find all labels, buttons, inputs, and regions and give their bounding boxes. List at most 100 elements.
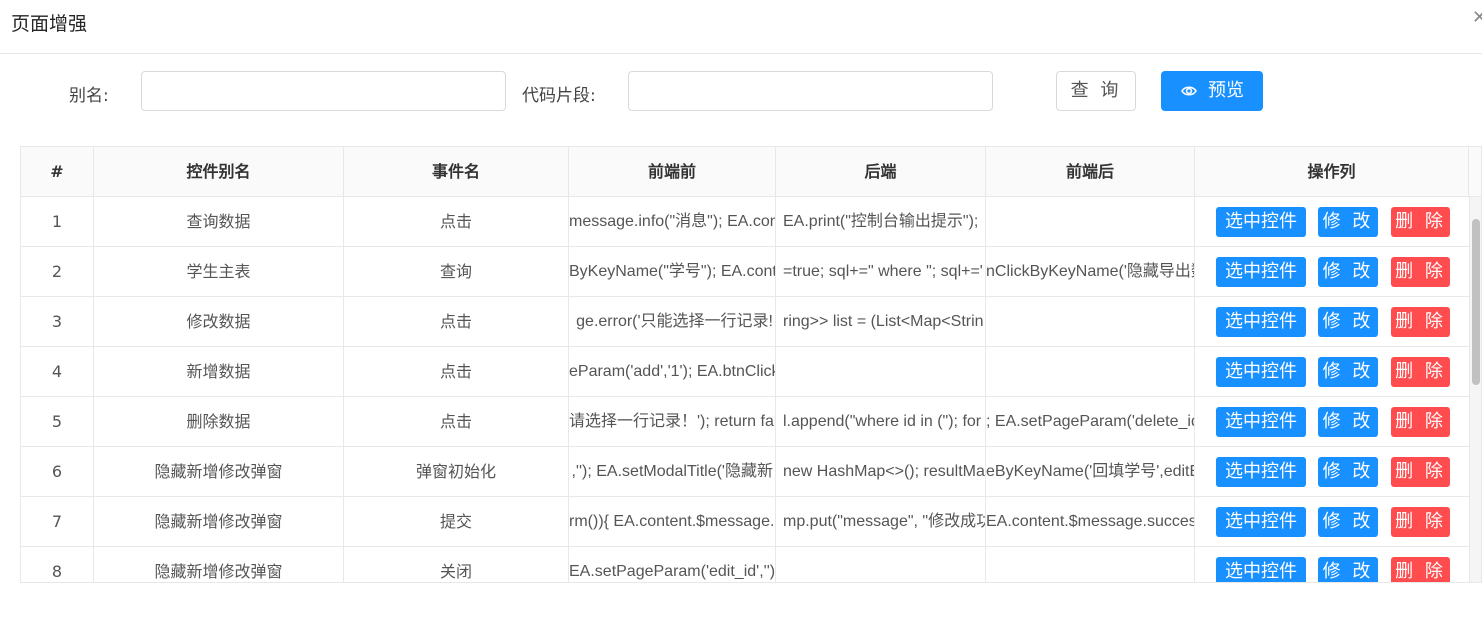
delete-button[interactable]: 删 除: [1391, 407, 1450, 437]
cell-index: 1: [21, 197, 94, 246]
table-scrollbar[interactable]: [1469, 197, 1481, 582]
cell-event-name: 点击: [344, 297, 569, 346]
header-index: #: [21, 147, 94, 196]
header-backend: 后端: [776, 147, 986, 196]
edit-button[interactable]: 修 改: [1318, 257, 1378, 287]
select-control-button[interactable]: 选中控件: [1216, 507, 1306, 537]
cell-control-alias: 新增数据: [94, 347, 344, 396]
cell-control-alias: 学生主表: [94, 247, 344, 296]
table-row: 4 新增数据 点击 eParam('add','1'); EA.btnClick…: [21, 347, 1469, 397]
delete-button[interactable]: 删 除: [1391, 257, 1450, 287]
header-front-before: 前端前: [569, 147, 776, 196]
delete-button[interactable]: 删 除: [1391, 307, 1450, 337]
cell-index: 6: [21, 447, 94, 496]
cell-front-before: EA.setPageParam('edit_id','');: [569, 547, 776, 582]
edit-button[interactable]: 修 改: [1318, 357, 1378, 387]
code-snippet-label: 代码片段:: [522, 86, 596, 106]
alias-input[interactable]: [141, 71, 506, 111]
cell-front-after: [986, 347, 1195, 396]
row-actions: 选中控件 修 改 删 除: [1216, 297, 1466, 346]
header-front-after: 前端后: [986, 147, 1195, 196]
cell-event-name: 点击: [344, 397, 569, 446]
scrollbar-thumb[interactable]: [1472, 219, 1480, 385]
table-row: 8 隐藏新增修改弹窗 关闭 EA.setPageParam('edit_id',…: [21, 547, 1469, 582]
row-actions: 选中控件 修 改 删 除: [1216, 397, 1466, 446]
row-actions: 选中控件 修 改 删 除: [1216, 347, 1466, 396]
cell-front-after: nClickByKeyName('隐藏导出数: [986, 247, 1195, 296]
cell-front-before: ByKeyName("学号"); EA.conte: [569, 247, 776, 296]
cell-control-alias: 隐藏新增修改弹窗: [94, 447, 344, 496]
query-button[interactable]: 查 询: [1056, 71, 1136, 111]
cell-index: 4: [21, 347, 94, 396]
cell-backend: [776, 347, 986, 396]
cell-control-alias: 查询数据: [94, 197, 344, 246]
cell-index: 3: [21, 297, 94, 346]
table-row: 3 修改数据 点击 ge.error('只能选择一行记录! ring>> lis…: [21, 297, 1469, 347]
delete-button[interactable]: 删 除: [1391, 457, 1450, 487]
delete-button[interactable]: 删 除: [1391, 557, 1450, 582]
row-actions: 选中控件 修 改 删 除: [1216, 447, 1466, 496]
cell-backend: mp.put("message", "修改成功: [776, 497, 986, 546]
edit-button[interactable]: 修 改: [1318, 407, 1378, 437]
cell-event-name: 点击: [344, 197, 569, 246]
table-row: 2 学生主表 查询 ByKeyName("学号"); EA.conte =tru…: [21, 247, 1469, 297]
delete-button[interactable]: 删 除: [1391, 507, 1450, 537]
cell-index: 2: [21, 247, 94, 296]
cell-control-alias: 隐藏新增修改弹窗: [94, 547, 344, 582]
select-control-button[interactable]: 选中控件: [1216, 207, 1306, 237]
delete-button[interactable]: 删 除: [1391, 357, 1450, 387]
edit-button[interactable]: 修 改: [1318, 207, 1378, 237]
delete-button[interactable]: 删 除: [1391, 207, 1450, 237]
header-event-name: 事件名: [344, 147, 569, 196]
cell-control-alias: 修改数据: [94, 297, 344, 346]
cell-front-after: [986, 197, 1195, 246]
edit-button[interactable]: 修 改: [1318, 507, 1378, 537]
select-control-button[interactable]: 选中控件: [1216, 457, 1306, 487]
dialog-title: 页面增强: [11, 13, 88, 35]
cell-front-before: ge.error('只能选择一行记录!: [569, 297, 776, 346]
cell-front-before: 请选择一行记录！'); return fal: [569, 397, 776, 446]
select-control-button[interactable]: 选中控件: [1216, 357, 1306, 387]
header-control-alias: 控件别名: [94, 147, 344, 196]
cell-event-name: 弹窗初始化: [344, 447, 569, 496]
cell-backend: new HashMap<>(); resultMap: [776, 447, 986, 496]
preview-button[interactable]: 预览: [1161, 71, 1263, 111]
header-actions: 操作列: [1195, 147, 1469, 196]
edit-button[interactable]: 修 改: [1318, 307, 1378, 337]
cell-front-after: eByKeyName('回填学号',editE: [986, 447, 1195, 496]
eye-icon: [1181, 86, 1197, 96]
enhance-table: # 控件别名 事件名 前端前 后端 前端后 操作列 1 查询数据 点击 mess…: [20, 146, 1482, 583]
cell-front-after: EA.content.$message.success: [986, 497, 1195, 546]
cell-backend: ring>> list = (List<Map<Strin: [776, 297, 986, 346]
edit-button[interactable]: 修 改: [1318, 557, 1378, 582]
close-icon[interactable]: ✕: [1472, 8, 1482, 28]
code-snippet-input[interactable]: [628, 71, 993, 111]
cell-event-name: 提交: [344, 497, 569, 546]
row-actions: 选中控件 修 改 删 除: [1216, 197, 1466, 246]
cell-control-alias: 删除数据: [94, 397, 344, 446]
select-control-button[interactable]: 选中控件: [1216, 307, 1306, 337]
row-actions: 选中控件 修 改 删 除: [1216, 247, 1466, 296]
page-enhance-dialog: 页面增强 ✕ 别名: 代码片段: 查 询 预览 # 控件别名 事件名 前端前 后…: [0, 0, 1482, 641]
select-control-button[interactable]: 选中控件: [1216, 557, 1306, 582]
cell-front-after: ; EA.setPageParam('delete_id': [986, 397, 1195, 446]
cell-front-before: rm()){ EA.content.$message.e: [569, 497, 776, 546]
cell-index: 5: [21, 397, 94, 446]
table-row: 5 删除数据 点击 请选择一行记录！'); return fal l.appen…: [21, 397, 1469, 447]
alias-label: 别名:: [69, 86, 109, 106]
cell-front-after: [986, 297, 1195, 346]
table-header: # 控件别名 事件名 前端前 后端 前端后 操作列: [21, 147, 1481, 197]
cell-index: 8: [21, 547, 94, 582]
cell-backend: EA.print("控制台输出提示");: [776, 197, 986, 246]
cell-front-before: eParam('add','1'); EA.btnClickB: [569, 347, 776, 396]
cell-event-name: 点击: [344, 347, 569, 396]
cell-front-before: ,''); EA.setModalTitle('隐藏新: [569, 447, 776, 496]
row-actions: 选中控件 修 改 删 除: [1216, 547, 1466, 582]
select-control-button[interactable]: 选中控件: [1216, 257, 1306, 287]
cell-event-name: 关闭: [344, 547, 569, 582]
dialog-header: 页面增强 ✕: [0, 0, 1482, 54]
select-control-button[interactable]: 选中控件: [1216, 407, 1306, 437]
edit-button[interactable]: 修 改: [1318, 457, 1378, 487]
cell-backend: [776, 547, 986, 582]
cell-control-alias: 隐藏新增修改弹窗: [94, 497, 344, 546]
